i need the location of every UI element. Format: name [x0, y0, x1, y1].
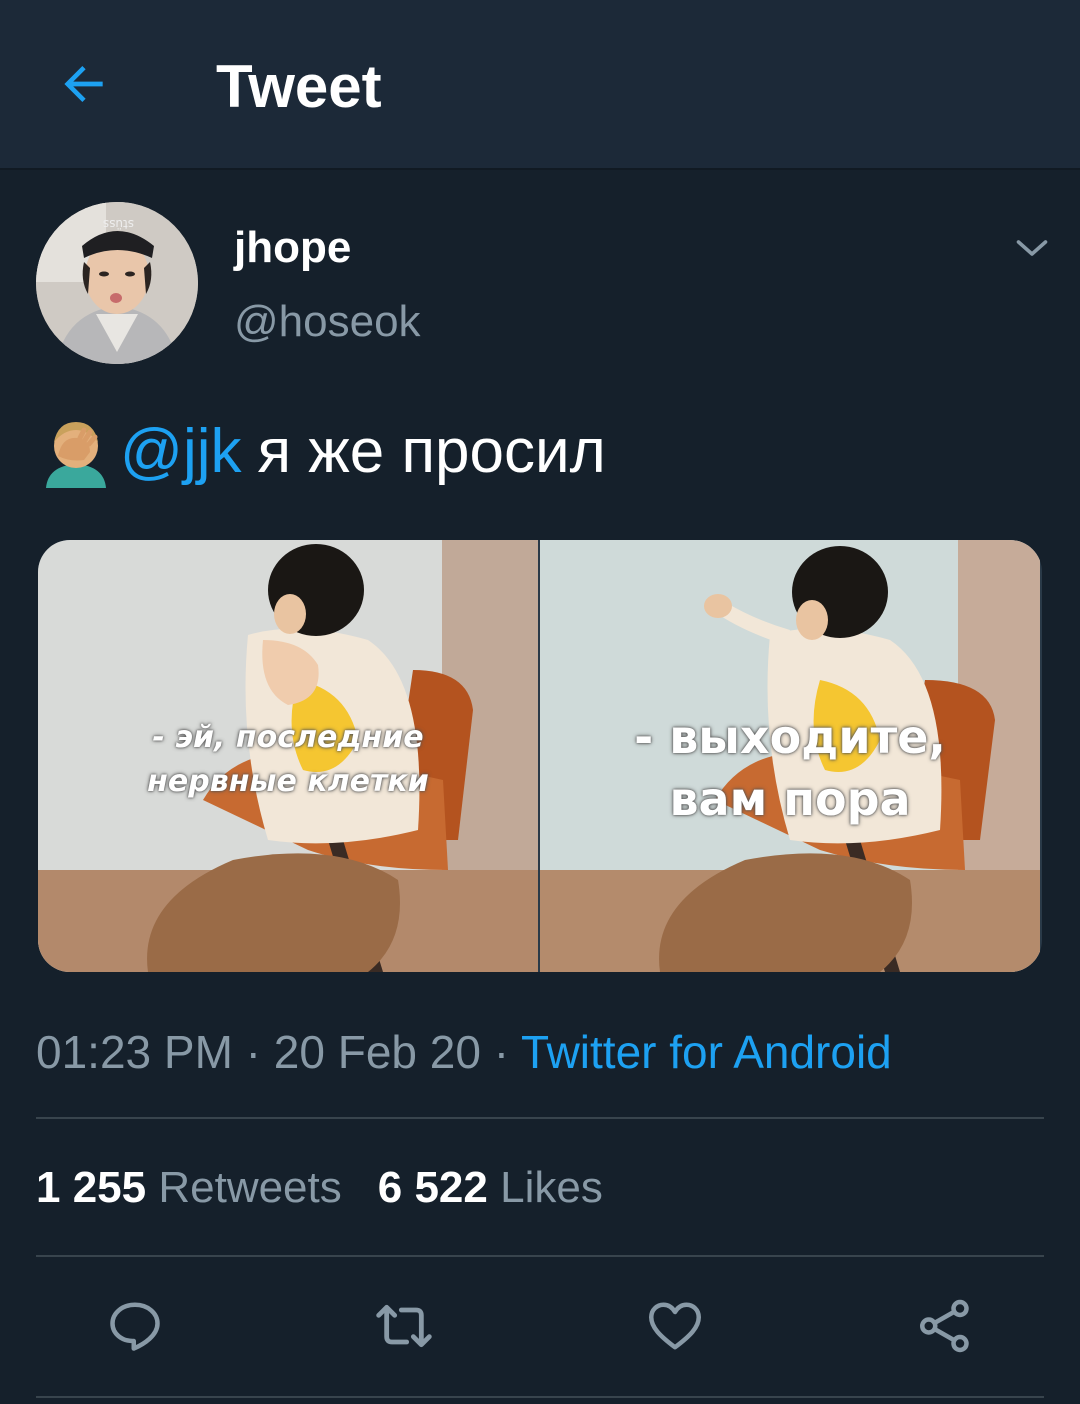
tweet-date: 20 Feb 20 [273, 1026, 481, 1078]
like-button[interactable] [639, 1290, 711, 1362]
likes-stat[interactable]: 6 522 Likes [378, 1163, 603, 1212]
tweet-meta: 01:23 PM · 20 Feb 20 · Twitter for Andro… [36, 1024, 892, 1080]
retweets-stat[interactable]: 1 255 Retweets [36, 1163, 342, 1212]
arrow-left-icon [64, 66, 103, 102]
chevron-down-icon [1016, 240, 1048, 256]
retweet-icon [376, 1304, 432, 1348]
tweet-media[interactable]: - эй, последние нервные клетки - выходит… [38, 540, 1042, 972]
back-button[interactable] [44, 44, 124, 124]
reply-button[interactable] [99, 1290, 171, 1362]
media-image-right[interactable]: - выходите, вам пора [540, 540, 1040, 972]
meta-separator: · [232, 1026, 274, 1078]
divider [36, 1396, 1044, 1398]
author-handle[interactable]: @hoseok [234, 296, 421, 348]
media-image-left[interactable]: - эй, последние нервные клетки [38, 540, 538, 972]
tweet-source-link[interactable]: Twitter for Android [521, 1026, 892, 1078]
tweet-text: @jjk я же просил [40, 412, 606, 492]
tweet-time: 01:23 PM [36, 1026, 233, 1078]
share-button[interactable] [909, 1290, 981, 1362]
tweet-menu-button[interactable] [1006, 222, 1058, 274]
divider [36, 1117, 1044, 1119]
reply-icon [110, 1302, 160, 1351]
divider [36, 1255, 1044, 1257]
retweet-button[interactable] [368, 1290, 440, 1362]
media-caption-left: - эй, последние нервные клетки [147, 720, 429, 799]
top-bar: Tweet [0, 0, 1080, 170]
like-icon [649, 1302, 701, 1350]
face-palm-emoji-icon [46, 422, 106, 488]
author-display-name[interactable]: jhope [234, 222, 351, 274]
avatar[interactable]: stüss [36, 202, 198, 364]
svg-text:stüss: stüss [103, 217, 134, 231]
tweet-body-text: я же просил [257, 417, 606, 486]
tweet-stats: 1 255 Retweets 6 522 Likes [36, 1162, 603, 1214]
meta-separator: · [480, 1026, 522, 1078]
mention-link[interactable]: @jjk [120, 412, 242, 492]
page-title: Tweet [216, 53, 382, 120]
media-caption-right: - выходите, вам пора [634, 710, 946, 826]
share-icon [920, 1299, 969, 1353]
